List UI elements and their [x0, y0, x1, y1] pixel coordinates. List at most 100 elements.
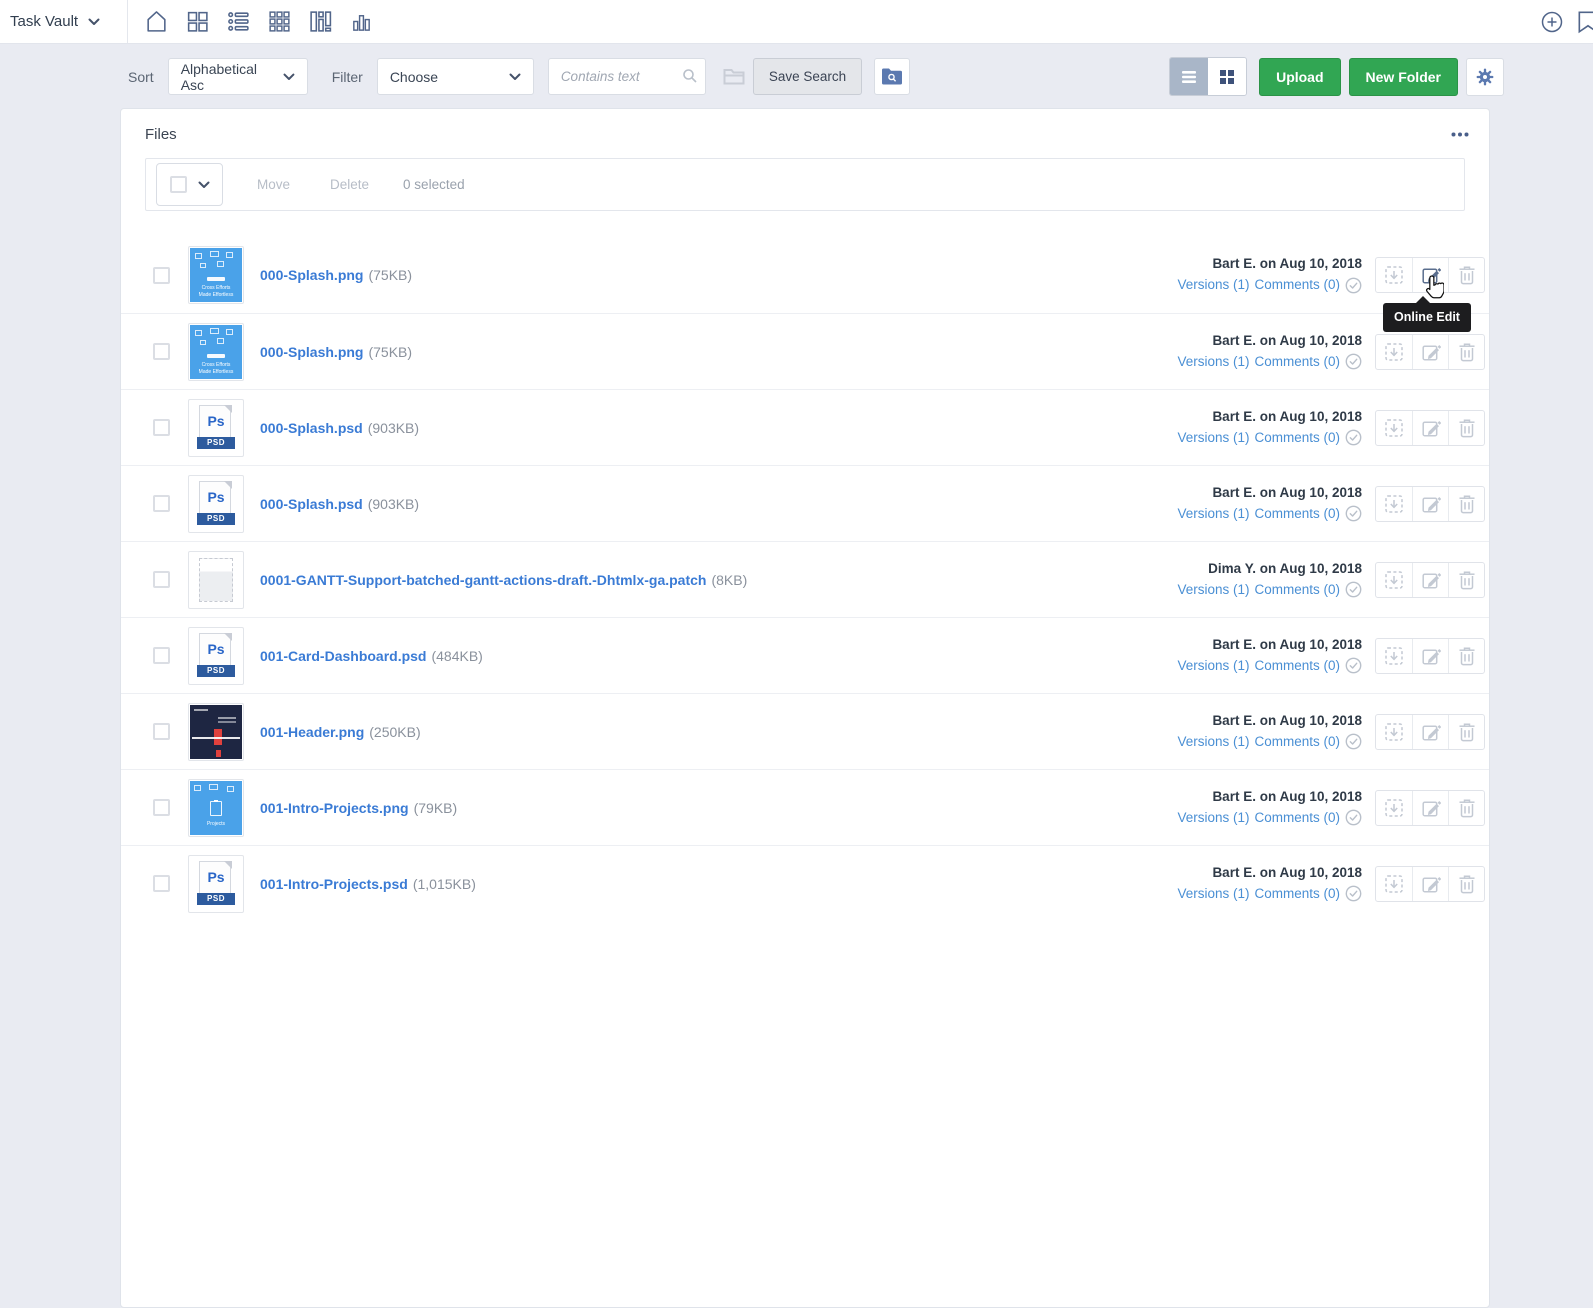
row-checkbox[interactable]	[153, 571, 170, 588]
download-button[interactable]	[1376, 715, 1412, 749]
add-icon[interactable]	[1539, 9, 1565, 35]
comments-link[interactable]: Comments (0)	[1254, 580, 1340, 601]
save-to-folder-icon[interactable]	[723, 68, 745, 86]
grid-view-toggle[interactable]	[1208, 58, 1246, 95]
comments-link[interactable]: Comments (0)	[1254, 352, 1340, 373]
home-icon[interactable]	[143, 9, 169, 35]
comments-link[interactable]: Comments (0)	[1254, 428, 1340, 449]
more-options-icon[interactable]	[1447, 128, 1473, 141]
row-checkbox[interactable]	[153, 343, 170, 360]
file-thumbnail[interactable]: Ps PSD	[188, 855, 244, 913]
file-name-link[interactable]: 001-Intro-Projects.png	[260, 800, 409, 816]
row-checkbox[interactable]	[153, 419, 170, 436]
versions-link[interactable]: Versions (1)	[1177, 808, 1249, 829]
new-folder-button[interactable]: New Folder	[1349, 58, 1458, 96]
online-edit-button[interactable]: Online Edit	[1412, 563, 1448, 597]
versions-link[interactable]: Versions (1)	[1177, 884, 1249, 905]
online-edit-button[interactable]: Online Edit	[1412, 715, 1448, 749]
comments-link[interactable]: Comments (0)	[1254, 504, 1340, 525]
versions-link[interactable]: Versions (1)	[1177, 275, 1249, 296]
kanban-view-icon[interactable]	[307, 9, 333, 35]
online-edit-button[interactable]: Online Edit	[1412, 487, 1448, 521]
comments-link[interactable]: Comments (0)	[1254, 884, 1340, 905]
online-edit-button[interactable]: Online Edit	[1412, 791, 1448, 825]
download-button[interactable]	[1376, 258, 1412, 292]
versions-link[interactable]: Versions (1)	[1177, 352, 1249, 373]
file-name-link[interactable]: 001-Intro-Projects.psd	[260, 876, 408, 892]
workspace-switcher[interactable]: Task Vault	[0, 0, 128, 43]
download-button[interactable]	[1376, 791, 1412, 825]
file-name-link[interactable]: 0001-GANTT-Support-batched-gantt-actions…	[260, 572, 706, 588]
upload-button[interactable]: Upload	[1259, 58, 1340, 96]
list-view-toggle[interactable]	[1170, 58, 1208, 95]
delete-file-button[interactable]	[1448, 258, 1484, 292]
online-edit-button[interactable]: Online Edit	[1412, 867, 1448, 901]
comments-link[interactable]: Comments (0)	[1254, 275, 1340, 296]
file-thumbnail[interactable]: Projects	[188, 779, 244, 837]
delete-file-button[interactable]	[1448, 867, 1484, 901]
versions-link[interactable]: Versions (1)	[1177, 504, 1249, 525]
row-checkbox[interactable]	[153, 799, 170, 816]
delete-file-button[interactable]	[1448, 411, 1484, 445]
saved-searches-button[interactable]	[874, 58, 910, 95]
comments-link[interactable]: Comments (0)	[1254, 656, 1340, 677]
delete-file-button[interactable]	[1448, 335, 1484, 369]
file-thumbnail[interactable]: Ps PSD	[188, 475, 244, 533]
file-thumbnail[interactable]: Cross EffortsMade Effortless	[188, 323, 244, 381]
file-name-link[interactable]: 000-Splash.psd	[260, 496, 363, 512]
select-all-checkbox[interactable]	[170, 176, 187, 193]
download-button[interactable]	[1376, 867, 1412, 901]
versions-link[interactable]: Versions (1)	[1177, 428, 1249, 449]
file-thumbnail[interactable]	[188, 551, 244, 609]
delete-button[interactable]: Delete	[330, 177, 369, 192]
delete-file-button[interactable]	[1448, 639, 1484, 673]
sort-select[interactable]: Alphabetical Asc	[168, 58, 308, 95]
settings-button[interactable]	[1466, 58, 1504, 96]
delete-file-button[interactable]	[1448, 563, 1484, 597]
online-edit-tooltip: Online Edit	[1383, 303, 1471, 332]
row-checkbox[interactable]	[153, 495, 170, 512]
dashboard-view-icon[interactable]	[184, 9, 210, 35]
file-name-area: 001-Card-Dashboard.psd(484KB)	[260, 648, 483, 664]
move-button[interactable]: Move	[257, 177, 290, 192]
file-name-link[interactable]: 001-Card-Dashboard.psd	[260, 648, 426, 664]
download-button[interactable]	[1376, 639, 1412, 673]
online-edit-button[interactable]: Online Edit	[1412, 258, 1448, 292]
save-search-button[interactable]: Save Search	[753, 58, 862, 95]
delete-file-button[interactable]	[1448, 487, 1484, 521]
delete-file-button[interactable]	[1448, 715, 1484, 749]
download-button[interactable]	[1376, 563, 1412, 597]
list-view-icon[interactable]	[225, 9, 251, 35]
download-button[interactable]	[1376, 335, 1412, 369]
online-edit-button[interactable]: Online Edit	[1412, 411, 1448, 445]
file-thumbnail[interactable]: Cross EffortsMade Effortless	[188, 246, 244, 304]
filter-select[interactable]: Choose	[377, 58, 534, 95]
versions-link[interactable]: Versions (1)	[1177, 580, 1249, 601]
top-bar-right	[1539, 0, 1593, 44]
versions-link[interactable]: Versions (1)	[1177, 732, 1249, 753]
download-button[interactable]	[1376, 411, 1412, 445]
file-thumbnail[interactable]: Ps PSD	[188, 399, 244, 457]
online-edit-button[interactable]: Online Edit	[1412, 639, 1448, 673]
row-checkbox[interactable]	[153, 267, 170, 284]
bookmark-icon[interactable]	[1575, 9, 1593, 35]
comments-link[interactable]: Comments (0)	[1254, 808, 1340, 829]
select-all-dropdown[interactable]	[156, 163, 223, 206]
versions-link[interactable]: Versions (1)	[1177, 656, 1249, 677]
delete-file-button[interactable]	[1448, 791, 1484, 825]
file-name-link[interactable]: 000-Splash.png	[260, 267, 363, 283]
download-button[interactable]	[1376, 487, 1412, 521]
chart-view-icon[interactable]	[348, 9, 374, 35]
comments-link[interactable]: Comments (0)	[1254, 732, 1340, 753]
online-edit-button[interactable]: Online Edit	[1412, 335, 1448, 369]
grid-view-icon[interactable]	[266, 9, 292, 35]
file-name-link[interactable]: 000-Splash.psd	[260, 420, 363, 436]
row-checkbox[interactable]	[153, 647, 170, 664]
row-checkbox[interactable]	[153, 723, 170, 740]
file-thumbnail[interactable]: Ps PSD	[188, 627, 244, 685]
psd-ps-label: Ps	[197, 869, 235, 885]
file-thumbnail[interactable]	[188, 703, 244, 761]
file-name-link[interactable]: 001-Header.png	[260, 724, 364, 740]
row-checkbox[interactable]	[153, 875, 170, 892]
file-name-link[interactable]: 000-Splash.png	[260, 344, 363, 360]
